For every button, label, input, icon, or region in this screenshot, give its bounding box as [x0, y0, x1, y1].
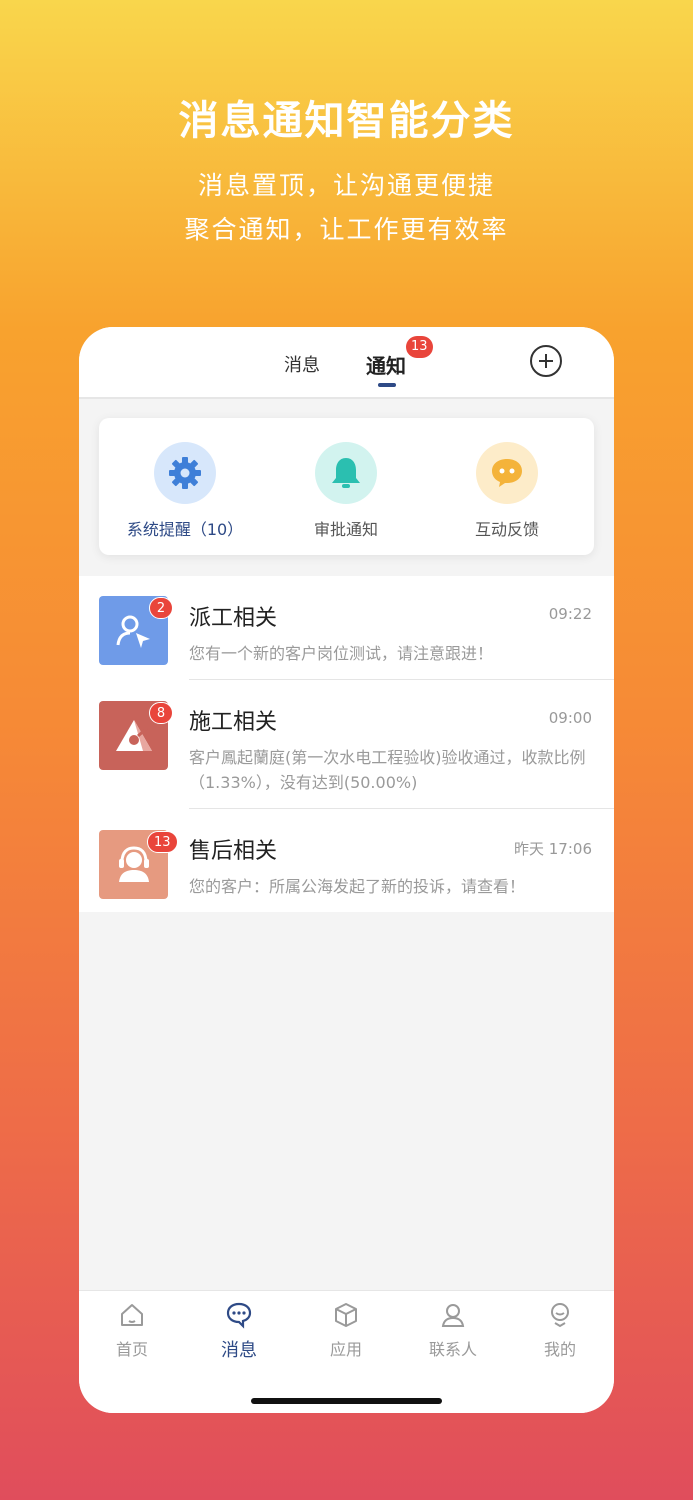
tab-label: 联系人 — [428, 1340, 477, 1359]
category-label: 审批通知 — [313, 520, 378, 539]
item-description: 您有一个新的客户岗位测试，请注意跟进！ — [189, 644, 494, 663]
list-item-aftersales[interactable]: 13 售后相关 昨天 17:06 您的客户：所属公海发起了新的投诉，请查看！ — [79, 809, 614, 912]
list-item-dispatch[interactable]: 2 派工相关 09:22 您有一个新的客户岗位测试，请注意跟进！ — [79, 576, 614, 680]
unread-badge: 8 — [149, 702, 173, 724]
item-title: 派工相关 — [189, 606, 278, 631]
item-time: 09:00 — [548, 709, 592, 727]
item-time: 09:22 — [548, 605, 592, 623]
item-description: 您的客户：所属公海发起了新的投诉，请查看！ — [189, 877, 526, 896]
category-interaction[interactable]: 互动反馈 — [427, 442, 587, 540]
cube-icon — [335, 1303, 357, 1327]
tab-messages-nav[interactable]: 消息 — [199, 1301, 279, 1362]
item-description: 客户鳳起蘭庭(第一次水电工程验收)验收通过，收款比例（1.33%），没有达到(5… — [189, 748, 586, 792]
add-button[interactable] — [530, 345, 562, 377]
tab-home[interactable]: 首页 — [92, 1301, 172, 1360]
category-label: 互动反馈 — [474, 520, 539, 539]
hero-subtitle-1: 消息置顶，让沟通更便捷 — [197, 171, 495, 200]
profile-icon — [551, 1303, 569, 1328]
gear-icon — [154, 442, 216, 504]
tab-apps[interactable]: 应用 — [306, 1301, 386, 1360]
contact-icon — [441, 1304, 465, 1327]
home-icon — [121, 1304, 143, 1326]
tab-label: 我的 — [543, 1340, 576, 1359]
bell-icon — [315, 442, 377, 504]
category-system-reminder[interactable]: 系统提醒（10） — [105, 442, 265, 540]
plus-circle-icon — [539, 354, 553, 368]
home-indicator — [251, 1398, 442, 1404]
active-tab-indicator — [378, 383, 396, 387]
hero-title: 消息通知智能分类 — [178, 98, 515, 144]
unread-badge: 2 — [149, 597, 173, 619]
tab-notifications[interactable]: 通知 — [366, 350, 406, 379]
list-item-construction[interactable]: 8 施工相关 09:00 客户鳳起蘭庭(第一次水电工程验收)验收通过，收款比例（… — [79, 680, 614, 809]
tab-label: 应用 — [329, 1340, 362, 1359]
bottom-tab-bar: 首页 消息 应用 联系人 我的 — [79, 1290, 614, 1413]
notification-count-badge: 13 — [406, 336, 433, 358]
notification-list: 2 派工相关 09:22 您有一个新的客户岗位测试，请注意跟进！ 8 施工相关 … — [79, 576, 614, 912]
message-icon — [226, 1302, 252, 1329]
tab-label: 首页 — [115, 1340, 148, 1359]
item-title: 售后相关 — [189, 839, 278, 864]
category-label: 系统提醒（10） — [126, 520, 244, 539]
unread-badge: 13 — [147, 831, 178, 853]
tab-label: 消息 — [221, 1340, 257, 1361]
item-time: 昨天 17:06 — [514, 840, 592, 858]
chat-bubble-icon — [476, 442, 538, 504]
tab-contacts[interactable]: 联系人 — [413, 1301, 493, 1360]
phone-screen: 消息 通知 13 系统提醒（10） 审批通知 互动反馈 2 派工相关 09:22… — [79, 327, 614, 1413]
tab-messages[interactable]: 消息 — [284, 351, 320, 377]
item-title: 施工相关 — [189, 710, 278, 735]
hero-subtitle-2: 聚合通知，让工作更有效率 — [184, 215, 509, 244]
category-approval[interactable]: 审批通知 — [266, 442, 426, 540]
top-bar: 消息 通知 13 — [79, 327, 614, 399]
tab-profile[interactable]: 我的 — [520, 1301, 600, 1360]
category-card: 系统提醒（10） 审批通知 互动反馈 — [99, 418, 594, 555]
